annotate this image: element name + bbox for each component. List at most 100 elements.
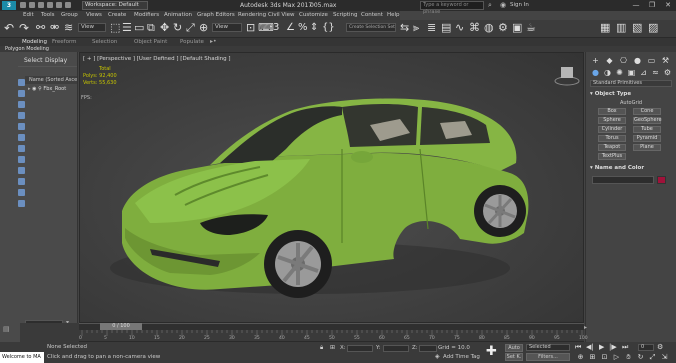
workspace-select[interactable]: Workspace: Default [82,1,148,10]
tube-button[interactable]: Tube [633,126,661,133]
maximize-button[interactable]: ❐ [644,0,660,11]
keyboard-shortcut-override-icon[interactable]: ⌨ [258,21,274,35]
layer-explorer-icon[interactable]: ≣ [427,21,436,35]
menu-graph-editors[interactable]: Graph Editors [197,11,235,20]
auto-key-button[interactable]: Auto [505,344,523,352]
selection-filter-dropdown[interactable]: View [78,23,106,32]
menu-customize[interactable]: Customize [299,11,328,20]
primitive-type-dropdown[interactable]: Standard Primitives [590,80,672,87]
filter-spacewarps-icon[interactable] [18,134,25,141]
menu-civil-view[interactable]: Civil View [268,11,294,20]
systems-category-icon[interactable]: ⚙ [663,68,672,77]
filter-groups-icon[interactable] [18,145,25,152]
set-key-button[interactable]: Set K. [505,353,523,361]
previous-frame-icon[interactable]: ◀| [586,343,594,351]
layer-icon[interactable]: ▤ [3,325,10,333]
pyramid-button[interactable]: Pyramid [633,135,661,142]
lights-category-icon[interactable]: ✺ [615,68,624,77]
object-color-swatch[interactable] [657,176,666,184]
undo-icon[interactable]: ↶ [4,21,14,35]
visibility-eye-icon[interactable]: ◉ [32,86,36,92]
add-time-tag[interactable]: Add Time Tag [443,354,480,360]
curve-editor-icon[interactable]: ∿ [455,21,464,35]
sign-in-link[interactable]: Sign In [510,1,529,10]
zoom-extents-icon[interactable]: ⊡ [600,353,609,361]
menu-views[interactable]: Views [86,11,102,20]
motion-panel-icon[interactable]: ● [633,56,642,65]
menu-create[interactable]: Create [108,11,126,20]
menu-help[interactable]: Help [387,11,400,20]
search-input[interactable]: Type a keyword or phrase [420,1,484,15]
select-object-icon[interactable]: ⬚ [110,21,120,35]
time-tag-icon[interactable]: ◈ [435,353,440,360]
close-button[interactable]: ✕ [660,0,676,11]
tab-freeform[interactable]: Freeform [52,38,77,46]
textplus-button[interactable]: TextPlus [598,153,626,160]
menu-edit[interactable]: Edit [23,11,34,20]
next-frame-icon[interactable]: |▶ [609,343,617,351]
open-file-icon[interactable] [29,2,35,8]
placement-icon[interactable]: ⊕ [199,21,208,35]
orbit-icon[interactable]: ↻ [636,353,645,361]
shapes-category-icon[interactable]: ◑ [603,68,612,77]
schematic-view-icon[interactable]: ⌘ [469,21,480,35]
filter-lights-icon[interactable] [18,101,25,108]
window-crossing-icon[interactable]: ⧉ [147,21,155,35]
toggle-ribbon-icon[interactable]: ▤ [441,21,451,35]
menu-rendering[interactable]: Rendering [238,11,266,20]
percent-snap-icon[interactable]: % [298,21,308,35]
current-frame-field[interactable]: 0 [638,344,654,351]
cameras-category-icon[interactable]: ▣ [627,68,636,77]
filter-cameras-icon[interactable] [18,112,25,119]
undo-icon[interactable] [47,2,53,8]
menu-content[interactable]: Content [361,11,383,20]
filter-helpers-icon[interactable] [18,123,25,130]
project-folder-icon[interactable] [65,2,71,8]
plane-button[interactable]: Plane [633,144,661,151]
material-editor-icon[interactable]: ◍ [484,21,494,35]
selection-set-dropdown[interactable]: Create Selection Set [346,23,396,32]
sphere-button[interactable]: Sphere [598,117,626,124]
set-key-icon[interactable]: ✚ [486,343,497,361]
z-coordinate-field[interactable] [419,345,437,352]
cylinder-button[interactable]: Cylinder [598,126,626,133]
menu-animation[interactable]: Animation [164,11,192,20]
edit-named-selection-icon[interactable]: {} [322,21,335,35]
filter-geometry-icon[interactable] [18,79,25,86]
maxscript-listener[interactable]: Welcome to MA [0,352,44,363]
tab-populate[interactable]: Populate [180,38,204,46]
save-file-icon[interactable] [38,2,44,8]
viewport-label[interactable]: [ + ] [Perspective ] [User Defined ] [De… [83,56,231,62]
menu-group[interactable]: Group [61,11,78,20]
geosphere-button[interactable]: GeoSphere [633,117,662,124]
object-type-rollout[interactable]: ▾ Object Type [590,91,631,98]
time-slider-thumb[interactable]: 0 / 100 [100,323,142,330]
rendered-frame-window-icon[interactable]: ▣ [512,21,522,35]
absolute-mode-icon[interactable]: ⊞ [330,344,335,351]
spinner-snap-icon[interactable]: ⇕ [310,21,318,35]
app-logo[interactable]: 3 [2,1,16,10]
ribbon-options-icon[interactable]: ▸• [210,38,217,46]
align-icon[interactable]: ⫸ [413,21,419,35]
select-move-icon[interactable]: ✥ [160,21,169,35]
menu-scripting[interactable]: Scripting [333,11,357,20]
display-none-icon[interactable] [18,189,25,196]
walkthrough-icon[interactable]: ⇲ [660,353,669,361]
unlink-icon[interactable]: ⚮ [50,21,59,35]
invert-display-icon[interactable] [18,200,25,207]
pan-view-icon[interactable]: ✋︎ [624,353,633,361]
autogrid-checkbox[interactable]: AutoGrid [620,100,642,106]
render-setup-icon[interactable]: ⚙ [498,21,508,35]
workspace-folder-icon[interactable]: ▦ [600,21,610,35]
menu-tools[interactable]: Tools [41,11,55,20]
torus-button[interactable]: Torus [598,135,626,142]
reference-coordinate-dropdown[interactable]: View [212,23,242,32]
play-icon[interactable]: ▶ [599,343,604,351]
display-panel-icon[interactable]: ▭ [647,56,656,65]
display-all-icon[interactable] [18,178,25,185]
name-color-rollout[interactable]: ▾ Name and Color [590,165,644,172]
time-configuration-icon[interactable]: ⚙ [657,343,663,351]
cone-button[interactable]: Cone [633,108,661,115]
timeline-scroll-right-icon[interactable]: ▸ [584,324,587,331]
pivot-center-icon[interactable]: ⊡ [246,21,255,35]
